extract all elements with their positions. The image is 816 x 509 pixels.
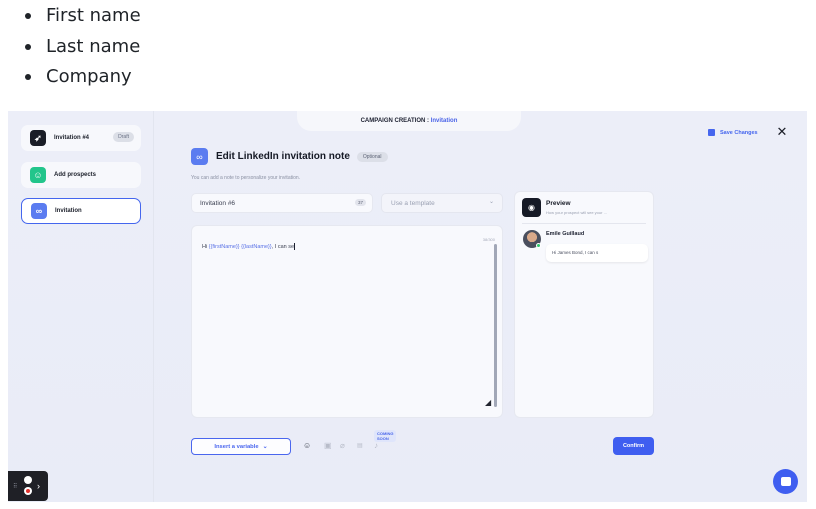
campaign-creation-active: Invitation [430, 118, 458, 124]
microphone-icon: ♪ [374, 441, 378, 450]
save-icon [708, 129, 715, 136]
drag-handle-icon[interactable]: ⠿ [13, 483, 17, 490]
chevron-down-icon: ⌄ [262, 444, 268, 450]
preview-subtitle: How your prospect will see your ... [546, 210, 607, 215]
rocket-icon: ➶ [30, 130, 46, 146]
chevron-right-icon[interactable]: › [37, 481, 40, 491]
editor-title-row: ∞ Edit LinkedIn invitation note Optional [191, 148, 388, 165]
step-label: Invitation [55, 208, 82, 214]
step-add-prospects[interactable]: ☺ Add prospects [21, 162, 141, 188]
preview-panel: ◉ Preview How your prospect will see you… [514, 191, 654, 418]
divider [522, 223, 646, 224]
message-textarea[interactable]: 38/300 Hi {{firstName}} {{lastName}}, I … [191, 225, 503, 418]
emoji-icon[interactable]: ☺ [303, 442, 311, 450]
confirm-button[interactable]: Confirm [613, 437, 654, 455]
variable-last-name: {{lastName}} [241, 243, 272, 250]
chat-icon [780, 477, 791, 486]
camera-icon[interactable] [24, 476, 32, 484]
optional-badge: Optional [356, 151, 388, 162]
insert-variable-button[interactable]: Insert a variable ⌄ [191, 438, 291, 455]
person-icon: ☺ [30, 167, 46, 183]
preview-message: Hi James Bond, I can s [552, 250, 599, 255]
invitation-name-field[interactable]: Invitation #6 37 [191, 193, 373, 213]
field-list: First name Last name Company [22, 4, 322, 96]
draft-badge: Draft [113, 132, 134, 142]
step-invitation-4[interactable]: ➶ Invitation #4 Draft [21, 125, 141, 151]
variable-first-name: {{firstName}} [208, 243, 240, 250]
page-title: Edit LinkedIn invitation note [216, 151, 350, 162]
step-invitation[interactable]: ∞ Invitation [21, 198, 141, 224]
message-suffix: , I can se [271, 243, 295, 250]
list-item: Last name [22, 35, 322, 66]
gif-icon: ▤ [357, 443, 363, 449]
link-icon: ∞ [191, 148, 208, 165]
link-icon: ∞ [31, 203, 47, 219]
text-cursor [294, 243, 295, 250]
name-char-count: 37 [354, 199, 366, 206]
preview-title: Preview [546, 200, 571, 207]
step-label: Add prospects [54, 172, 97, 178]
prospect-name: Emile Guillaud [546, 231, 585, 237]
online-status-dot [536, 243, 541, 248]
list-item: Company [22, 65, 322, 96]
campaign-editor-screenshot: ➶ Invitation #4 Draft ☺ Add prospects ∞ … [8, 111, 807, 502]
coming-soon-badge: COMING SOON [374, 430, 397, 442]
eye-icon: ◉ [522, 198, 541, 217]
close-icon[interactable]: ✕ [776, 125, 788, 138]
message-prefix: Hi [202, 243, 209, 250]
scrollbar[interactable] [494, 244, 497, 407]
template-placeholder: Use a template [391, 200, 435, 207]
save-changes-label: Save Changes [720, 129, 758, 136]
step-label: Invitation #4 [54, 135, 90, 141]
message-char-count: 38/300 [482, 237, 495, 242]
page-subtitle: You can add a note to personalize your i… [191, 175, 301, 181]
attachment-icon: ⌀ [340, 441, 345, 450]
invitation-name-value: Invitation #6 [200, 200, 236, 207]
record-icon[interactable] [24, 487, 32, 495]
chat-support-button[interactable] [773, 469, 798, 494]
template-select[interactable]: Use a template ⌄ [381, 193, 503, 213]
steps-sidebar: ➶ Invitation #4 Draft ☺ Add prospects ∞ … [8, 111, 154, 502]
insert-variable-label: Insert a variable [214, 443, 259, 450]
resize-handle-icon[interactable]: ◢ [485, 398, 494, 407]
campaign-creation-label: CAMPAIGN CREATION : [360, 118, 430, 124]
chevron-down-icon: ⌄ [488, 199, 494, 205]
image-icon: ▣ [324, 441, 332, 450]
screen-recorder-widget[interactable]: ⠿ › [8, 471, 48, 501]
list-item: First name [22, 4, 322, 35]
confirm-label: Confirm [622, 443, 645, 449]
message-text: Hi {{firstName}} {{lastName}}, I can se [202, 243, 295, 250]
preview-message-bubble: Hi James Bond, I can s [546, 244, 648, 262]
save-changes-button[interactable]: Save Changes [708, 129, 758, 136]
campaign-creation-tab: CAMPAIGN CREATION : Invitation [297, 111, 521, 131]
